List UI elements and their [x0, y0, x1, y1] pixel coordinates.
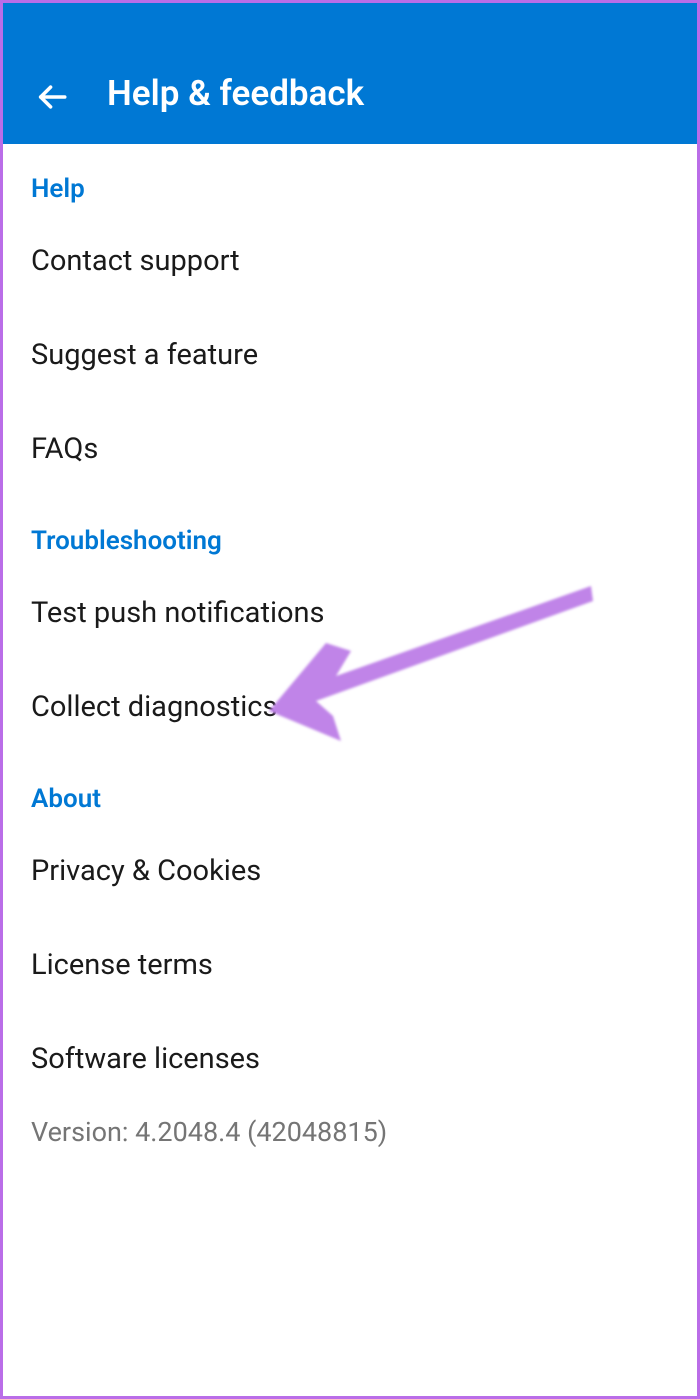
back-arrow-icon[interactable] [35, 80, 69, 114]
app-bar: Help & feedback [3, 3, 697, 144]
list-item-contact-support[interactable]: Contact support [31, 214, 669, 308]
list-item-software-licenses[interactable]: Software licenses [31, 1012, 669, 1106]
page-title: Help & feedback [107, 73, 364, 114]
section-header-about: About [31, 754, 669, 824]
list-item-test-push[interactable]: Test push notifications [31, 566, 669, 660]
content: Help Contact support Suggest a feature F… [3, 144, 697, 1158]
section-header-help: Help [31, 144, 669, 214]
list-item-faqs[interactable]: FAQs [31, 402, 669, 496]
section-header-troubleshooting: Troubleshooting [31, 496, 669, 566]
list-item-collect-diagnostics[interactable]: Collect diagnostics [31, 660, 669, 754]
version-text: Version: 4.2048.4 (42048815) [31, 1106, 669, 1158]
list-item-license-terms[interactable]: License terms [31, 918, 669, 1012]
list-item-privacy[interactable]: Privacy & Cookies [31, 824, 669, 918]
list-item-suggest-feature[interactable]: Suggest a feature [31, 308, 669, 402]
